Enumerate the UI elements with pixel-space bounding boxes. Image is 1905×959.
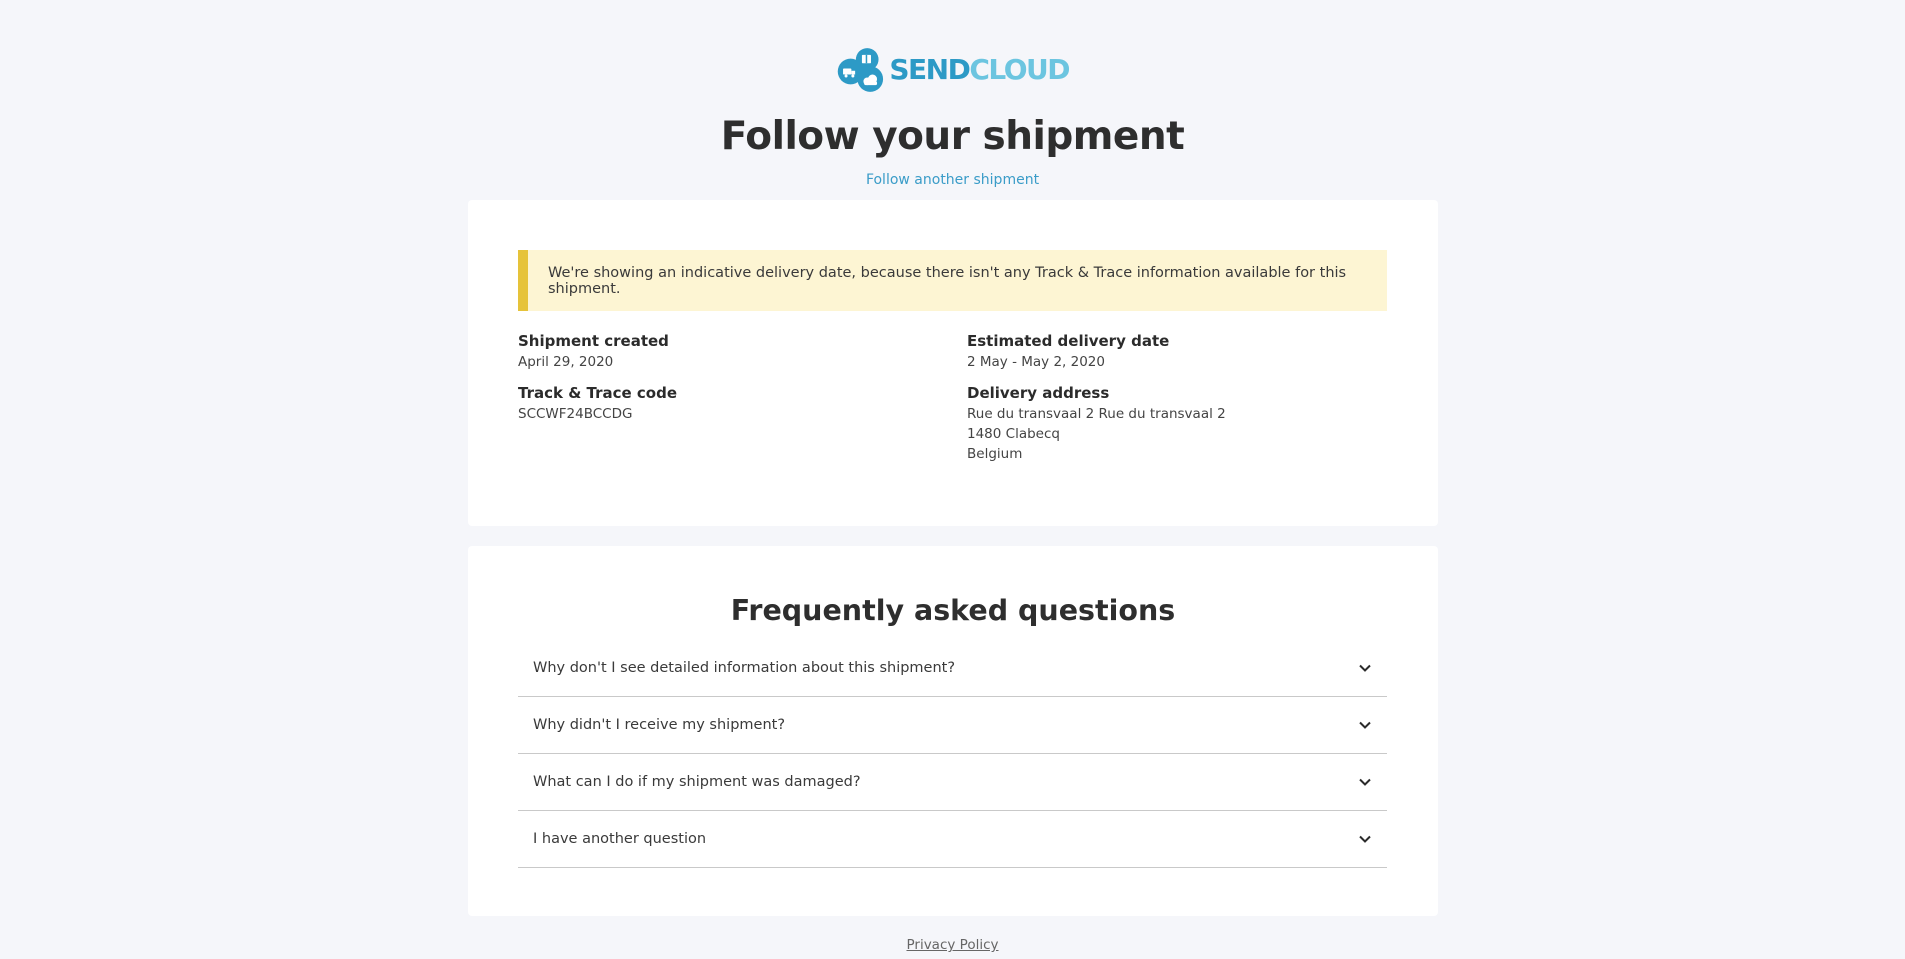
faq-question: Why didn't I receive my shipment? [533,717,786,733]
sendcloud-logo[interactable]: SENDCLOUD [837,40,1070,100]
page-title: Follow your shipment [720,114,1185,159]
faq-question: Why don't I see detailed information abo… [533,660,956,676]
page: SENDCLOUD Follow your shipment Follow an… [0,0,1905,959]
faq-item[interactable]: What can I do if my shipment was damaged… [518,754,1387,811]
faq-question: What can I do if my shipment was damaged… [533,774,861,790]
faq-list: Why don't I see detailed information abo… [518,640,1387,868]
track-trace-label: Track & Trace code [518,384,677,402]
faq-item[interactable]: Why don't I see detailed information abo… [518,640,1387,697]
shipment-info-card: We're showing an indicative delivery dat… [468,200,1438,526]
chevron-down-icon [1359,778,1371,786]
delivery-address-field: Delivery address Rue du transvaal 2 Rue … [967,382,1226,464]
faq-question: I have another question [533,831,707,847]
address-line-street: Rue du transvaal 2 Rue du transvaal 2 [967,406,1226,422]
estimated-delivery-field: Estimated delivery date 2 May - May 2, 2… [967,330,1169,372]
chevron-down-icon [1359,835,1371,843]
address-line-city: 1480 Clabecq [967,426,1060,442]
follow-another-shipment-link[interactable]: Follow another shipment [0,172,1905,188]
logo-wordmark: SENDCLOUD [889,53,1070,86]
faq-item[interactable]: I have another question [518,811,1387,868]
logo-text-send: SEND [889,53,970,86]
delivery-address-label: Delivery address [967,384,1110,402]
shipment-created-label: Shipment created [518,332,669,350]
estimated-delivery-label: Estimated delivery date [967,332,1170,350]
notice-text: We're showing an indicative delivery dat… [548,264,1347,297]
privacy-policy-link[interactable]: Privacy Policy [0,937,1905,953]
chevron-down-icon [1359,721,1371,729]
track-trace-field: Track & Trace code SCCWF24BCCDG [518,382,677,424]
faq-card: Frequently asked questions Why don't I s… [468,546,1438,916]
chevron-down-icon [1359,664,1371,672]
shipment-created-field: Shipment created April 29, 2020 [518,330,669,372]
address-line-country: Belgium [967,446,1023,462]
estimated-delivery-value: 2 May - May 2, 2020 [967,354,1105,370]
logo-text-cloud: CLOUD [969,53,1070,86]
shipment-created-value: April 29, 2020 [518,354,614,370]
sendcloud-logo-icon [837,48,884,92]
faq-title: Frequently asked questions [730,594,1176,627]
track-trace-value: SCCWF24BCCDG [518,406,633,422]
indicative-date-notice: We're showing an indicative delivery dat… [518,250,1387,311]
faq-item[interactable]: Why didn't I receive my shipment? [518,697,1387,754]
